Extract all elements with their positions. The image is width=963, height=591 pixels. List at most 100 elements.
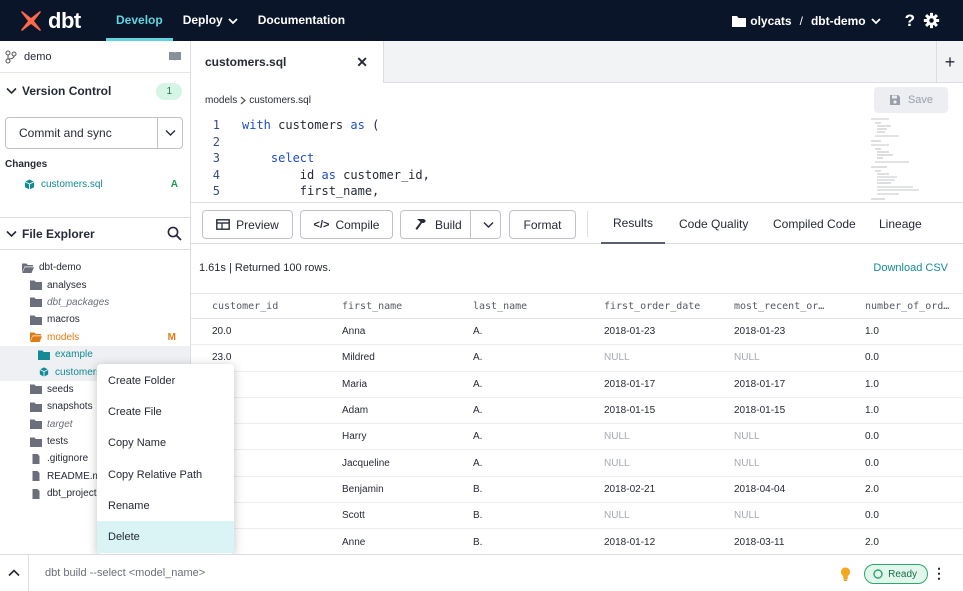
close-icon[interactable]: ✕	[356, 54, 368, 71]
code-minimap[interactable]	[869, 117, 939, 202]
line-number: 2	[212, 134, 220, 149]
new-tab-button[interactable]: +	[936, 41, 963, 83]
tab-results[interactable]: Results	[601, 203, 665, 244]
menu-item-create-folder[interactable]: Create Folder	[97, 365, 234, 396]
commit-options-dropdown[interactable]	[157, 118, 182, 148]
file-explorer-title: File Explorer	[22, 226, 95, 241]
code-line[interactable]: 2	[191, 134, 963, 151]
build-options-dropdown[interactable]	[477, 221, 500, 229]
column-header[interactable]: number_of_ord…	[844, 301, 963, 312]
chevron-down-icon[interactable]	[870, 17, 881, 25]
breadcrumb-models[interactable]: models	[205, 95, 237, 106]
column-header[interactable]: last_name	[452, 301, 583, 312]
file-icon	[32, 453, 40, 464]
file-explorer-header[interactable]: File Explorer	[0, 217, 190, 250]
tab-develop[interactable]: Develop	[106, 0, 173, 41]
expand-panel-button[interactable]	[0, 555, 29, 591]
code-line[interactable]: 1 with customers as (	[191, 117, 963, 134]
tree-item-label: tests	[47, 436, 69, 448]
book-icon[interactable]	[168, 51, 182, 62]
format-button[interactable]: Format	[509, 210, 576, 239]
folder-icon	[30, 297, 42, 308]
account-name[interactable]: olycats	[750, 14, 791, 28]
file-icon	[32, 471, 40, 482]
changed-file-item[interactable]: customers.sql A	[24, 179, 184, 190]
column-header[interactable]: first_name	[321, 301, 452, 312]
download-csv-link[interactable]: Download CSV	[873, 262, 948, 274]
code-line[interactable]: 3 select	[191, 150, 963, 167]
table-cell: 23.0	[212, 352, 232, 364]
tree-item-dbt-demo[interactable]: dbt-demo	[0, 259, 190, 276]
table-row: Maria A. 2018-01-17 2018-01-17 1.0	[191, 372, 963, 398]
path-separator: /	[799, 13, 803, 28]
save-button[interactable]: Save	[874, 87, 948, 113]
tree-item-analyses[interactable]: analyses	[0, 276, 190, 293]
help-icon[interactable]: ?	[905, 11, 915, 31]
lineage-tab-label: Lineage	[879, 216, 922, 231]
table-cell: Jacqueline	[342, 457, 390, 469]
tree-item-macros[interactable]: macros	[0, 311, 190, 328]
preview-label: Preview	[236, 217, 279, 232]
hammer-icon	[415, 219, 426, 230]
tree-item-models[interactable]: models M	[0, 329, 190, 346]
column-header[interactable]: most_recent_or…	[713, 301, 844, 312]
lightbulb-icon[interactable]	[840, 567, 851, 581]
tab-customers-sql[interactable]: customers.sql ✕	[191, 41, 384, 83]
menu-item-copy-relative-path[interactable]: Copy Relative Path	[97, 459, 234, 490]
table-cell: NULL	[604, 510, 630, 522]
table-cell: Anna	[342, 326, 366, 338]
folder-open-icon	[30, 332, 42, 343]
tab-compiled-code[interactable]: Compiled Code	[773, 203, 856, 244]
gear-icon[interactable]	[923, 12, 940, 29]
folder-icon	[38, 350, 50, 360]
search-icon[interactable]	[167, 226, 182, 241]
tab-deploy[interactable]: Deploy	[173, 0, 248, 41]
status-text: Ready	[888, 568, 917, 580]
menu-item-create-file[interactable]: Create File	[97, 396, 234, 427]
command-input[interactable]: dbt build --select <model_name>	[45, 567, 205, 579]
menu-item-delete[interactable]: Delete	[97, 521, 234, 553]
version-control-title: Version Control	[22, 84, 112, 98]
changed-file-name: customers.sql	[41, 179, 103, 190]
tree-item-label: target	[47, 418, 73, 430]
version-control-header[interactable]: Version Control 1	[0, 75, 190, 107]
code-icon: </>	[313, 218, 330, 231]
table-cell: A.	[473, 457, 483, 469]
branch-selector[interactable]: demo	[0, 41, 190, 73]
tree-item-label: seeds	[47, 383, 74, 395]
breadcrumb-file[interactable]: customers.sql	[249, 95, 311, 106]
table-header: customer_id first_name last_name first_orde…	[191, 293, 963, 319]
chevron-down-icon	[165, 130, 175, 136]
build-button[interactable]: Build	[401, 211, 471, 238]
column-header[interactable]: first_order_date	[583, 301, 713, 312]
project-name[interactable]: dbt-demo	[811, 14, 866, 28]
code-line[interactable]: 4 id as customer_id,	[191, 167, 963, 184]
preview-button[interactable]: Preview	[202, 210, 293, 239]
dbt-logo[interactable]: dbt	[18, 8, 106, 34]
chevron-down-icon	[6, 87, 17, 95]
table-cell: Anne	[342, 536, 366, 548]
column-header[interactable]: customer_id	[191, 301, 321, 312]
code-line[interactable]: 5 first_name,	[191, 183, 963, 200]
tab-documentation[interactable]: Documentation	[248, 0, 355, 41]
tab-code-quality[interactable]: Code Quality	[679, 203, 748, 244]
line-number: 1	[212, 118, 220, 133]
tree-item-dbt-packages[interactable]: dbt_packages	[0, 294, 190, 311]
more-options-icon[interactable]: ⋮	[932, 565, 946, 582]
compile-button[interactable]: </> Compile	[300, 210, 393, 239]
tree-item-label: analyses	[47, 279, 87, 291]
tree-item-example[interactable]: example	[0, 345, 190, 364]
menu-item-rename[interactable]: Rename	[97, 490, 234, 521]
table-cell: A.	[473, 326, 483, 338]
table-cell: B.	[473, 483, 483, 495]
table-row: Anne B. 2018-01-12 2018-03-11 2.0	[191, 529, 963, 556]
table-cell: 2018-04-04	[734, 483, 786, 495]
menu-item-copy-name[interactable]: Copy Name	[97, 428, 234, 459]
result-summary: 1.61s | Returned 100 rows.	[199, 262, 331, 274]
commit-and-sync-button[interactable]: Commit and sync	[6, 126, 157, 140]
table-cell: NULL	[734, 431, 760, 443]
tab-lineage[interactable]: Lineage	[879, 203, 922, 244]
code-editor[interactable]: 1 with customers as (2 3 select 4 id as cus…	[191, 117, 963, 202]
table-cell: NULL	[604, 457, 630, 469]
code-text: first_name,	[242, 184, 380, 199]
